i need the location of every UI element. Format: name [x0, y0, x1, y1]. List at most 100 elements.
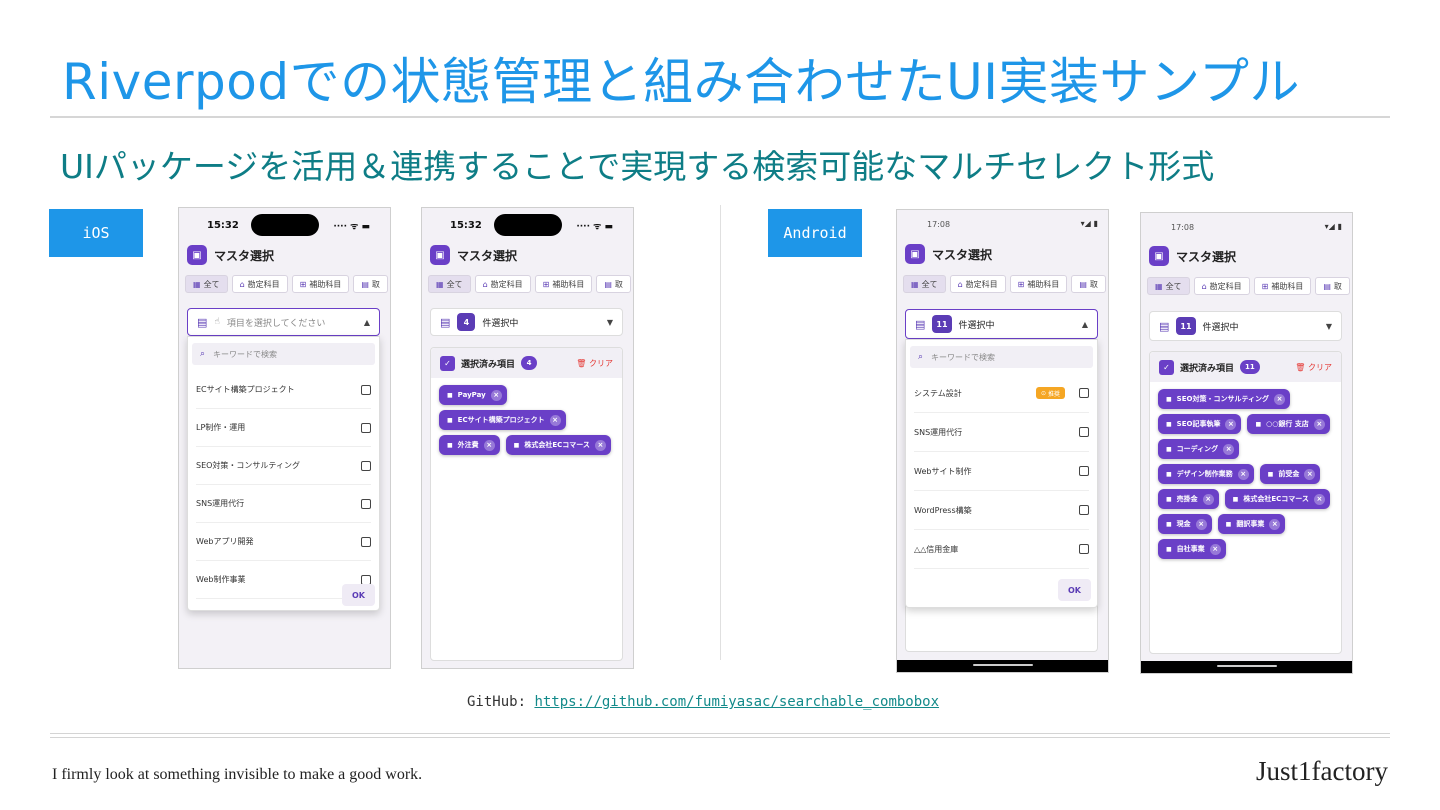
tab-sub-account[interactable]: ⊞ 補助科目: [291, 275, 350, 293]
close-icon[interactable]: ×: [1304, 468, 1316, 480]
list-item[interactable]: △△信用金庫: [914, 530, 1089, 569]
tab-all[interactable]: ▦ 全て: [1147, 277, 1190, 295]
tag-icon: ■: [1166, 420, 1172, 428]
tab-account[interactable]: ⌂ 勘定科目: [474, 275, 531, 293]
list-item[interactable]: SNS運用代行: [914, 413, 1089, 452]
tab-all[interactable]: ▦ 全て: [903, 275, 946, 293]
selected-label: 件選択中: [1202, 322, 1239, 333]
checkbox[interactable]: [361, 460, 371, 471]
tag-icon: ■: [1166, 470, 1172, 478]
close-icon[interactable]: ×: [1237, 468, 1249, 480]
checkbox[interactable]: [361, 422, 371, 433]
close-icon[interactable]: ×: [1274, 393, 1286, 405]
checkbox[interactable]: [1079, 505, 1089, 515]
category-tabs: ▦ 全て ⌂ 勘定科目 ⊞ 補助科目 ▤ 取: [185, 275, 390, 293]
list-item[interactable]: Webアプリ開発: [196, 523, 371, 561]
platform-divider: [720, 205, 721, 660]
checkbox[interactable]: [1079, 427, 1089, 437]
search-input[interactable]: ⌕ キーワードで検索: [192, 343, 375, 365]
github-link[interactable]: https://github.com/fumiyasac/searchable_…: [534, 694, 939, 710]
status-icons: ···· ᯤ ▬: [576, 222, 613, 232]
list-item[interactable]: SEO対策・コンサルティング: [196, 447, 371, 485]
combobox-field[interactable]: ▤ 11 件選択中 ▲: [905, 309, 1098, 339]
list-item[interactable]: SNS運用代行: [196, 485, 371, 523]
tab-sub-account[interactable]: ⊞ 補助科目: [534, 275, 593, 293]
app-bar: ▣ マスタ選択: [905, 243, 992, 265]
tab-account[interactable]: ⌂ 勘定科目: [1193, 277, 1250, 295]
status-icons: ▾◢ ▮: [1324, 222, 1342, 231]
close-icon[interactable]: ×: [1195, 518, 1207, 530]
checkbox[interactable]: [361, 498, 371, 509]
ok-button[interactable]: OK: [1058, 579, 1091, 601]
clear-button[interactable]: 🗑 クリア: [1295, 362, 1332, 373]
selected-chip: ■ 株式会社ECコマース ×: [1224, 489, 1330, 509]
tab-all[interactable]: ▦ 全て: [185, 275, 228, 293]
bank-icon: ⌂: [957, 279, 963, 289]
panel-header: ✓ 選択済み項目 4 🗑 クリア: [431, 348, 622, 378]
tab-account[interactable]: ⌂ 勘定科目: [231, 275, 288, 293]
close-icon[interactable]: ×: [594, 439, 606, 451]
checkbox[interactable]: [361, 384, 371, 395]
list-item[interactable]: WordPress構築: [914, 491, 1089, 530]
close-icon[interactable]: ×: [490, 389, 502, 401]
list-item[interactable]: ECサイト構築プロジェクト: [196, 371, 371, 409]
list-item[interactable]: システム設計 ⊙ 推奨: [914, 374, 1089, 413]
checkbox[interactable]: [1079, 466, 1089, 476]
close-icon[interactable]: ×: [1202, 493, 1214, 505]
close-icon[interactable]: ×: [1209, 543, 1221, 555]
close-icon[interactable]: ×: [1225, 418, 1237, 430]
ios-screen-dropdown-open: 15:32 ···· ᯤ ▬ ▣ マスタ選択 ▦ 全て ⌂ 勘定科目 ⊞ 補助科目 ▤…: [178, 207, 391, 669]
close-icon[interactable]: ×: [1223, 443, 1235, 455]
combobox-field[interactable]: ▤ 11 件選択中 ▼: [1149, 311, 1342, 341]
app-title: マスタ選択: [932, 247, 993, 262]
chip-list: ■ PayPay × ■ ECサイト構築プロジェクト × ■ 外注費 × ■ 株式会社ECコマ…: [431, 378, 622, 462]
selected-chip: ■ 現金 ×: [1158, 514, 1212, 534]
tag-icon: ■: [1166, 520, 1172, 528]
tab-partner[interactable]: ▤ 取: [596, 275, 631, 293]
app-title: マスタ選択: [214, 248, 275, 263]
ok-button[interactable]: OK: [342, 584, 375, 606]
checkbox[interactable]: [1079, 388, 1089, 398]
tab-partner[interactable]: ▤ 取: [353, 275, 388, 293]
status-time: 15:32: [207, 220, 239, 231]
close-icon[interactable]: ×: [1269, 518, 1281, 530]
checkbox[interactable]: [1079, 544, 1089, 554]
close-icon[interactable]: ×: [1313, 493, 1325, 505]
checkbox[interactable]: [361, 536, 371, 547]
caret-down-icon: ▼: [1325, 321, 1332, 331]
close-icon[interactable]: ×: [1313, 418, 1325, 430]
tab-sub-account[interactable]: ⊞ 補助科目: [1009, 275, 1068, 293]
status-icons: ···· ᯤ ▬: [333, 222, 370, 232]
selected-chip: ■ デザイン制作業務 ×: [1158, 464, 1254, 484]
combobox-field[interactable]: ▤ ☝ 項目を選択してください ▲: [187, 308, 380, 336]
slide-title: Riverpodでの状態管理と組み合わせたUI実装サンプル: [62, 53, 1300, 111]
list-item[interactable]: LP制作・運用: [196, 409, 371, 447]
wallet-icon: ▣: [187, 245, 207, 265]
tab-partner[interactable]: ▤ 取: [1071, 275, 1106, 293]
tab-all[interactable]: ▦ 全て: [428, 275, 471, 293]
selected-count-badge: 11: [1240, 360, 1260, 374]
close-icon[interactable]: ×: [483, 439, 495, 451]
list-item[interactable]: Webサイト制作: [914, 452, 1089, 491]
tag-icon: ■: [1225, 520, 1232, 528]
hand-icon: ☝: [214, 317, 220, 327]
wallet-icon: ▣: [905, 244, 925, 264]
tab-account[interactable]: ⌂ 勘定科目: [949, 275, 1006, 293]
bank-icon: ⌂: [482, 279, 488, 289]
tab-partner[interactable]: ▤ 取: [1315, 277, 1350, 295]
tag-icon: ■: [513, 441, 520, 449]
clear-button[interactable]: 🗑 クリア: [576, 358, 613, 369]
combobox-field[interactable]: ▤ 4 件選択中 ▼: [430, 308, 623, 336]
app-bar: ▣ マスタ選択: [187, 244, 274, 266]
store-icon: ▤: [361, 279, 369, 289]
panel-header: ✓ 選択済み項目 11 🗑 クリア: [1150, 352, 1341, 382]
chip-list: ■ SEO対策・コンサルティング × ■ SEO記事執筆 × ■ ○○銀行 支店 × ■ コー…: [1150, 382, 1341, 566]
search-input[interactable]: ⌕ キーワードで検索: [910, 346, 1093, 368]
grid-icon: ▦: [911, 279, 919, 289]
status-time: 15:32: [450, 220, 482, 231]
close-icon[interactable]: ×: [549, 414, 561, 426]
android-label: Android: [768, 209, 862, 257]
tab-sub-account[interactable]: ⊞ 補助科目: [1253, 277, 1312, 295]
caret-down-icon: ▼: [606, 317, 613, 327]
checkbox[interactable]: [361, 574, 371, 585]
